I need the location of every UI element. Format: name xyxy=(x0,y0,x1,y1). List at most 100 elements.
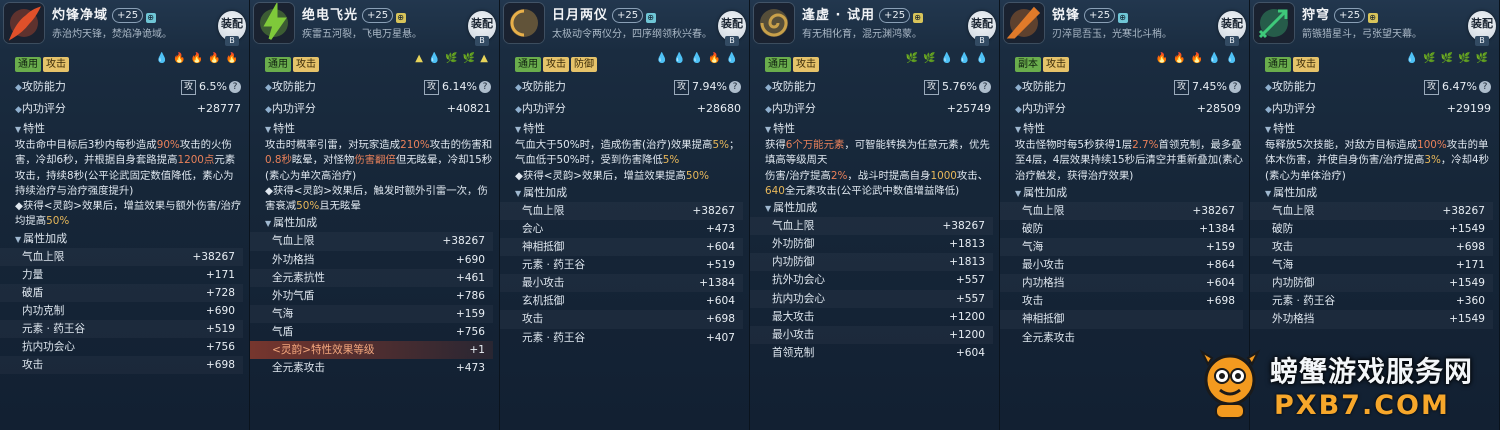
attr-name: 内功防御 xyxy=(1272,277,1315,290)
traits-header[interactable]: ▼ 特性 xyxy=(0,120,249,138)
help-icon[interactable]: ? xyxy=(479,81,491,93)
attack-power-row: ◆攻防能力 攻 5.76%? xyxy=(750,76,999,98)
attr-value: +159 xyxy=(455,307,485,320)
attack-power-label: 攻防能力 xyxy=(1021,80,1066,93)
traits-label: 特性 xyxy=(273,122,296,135)
attr-name: 玄机抵御 xyxy=(522,295,565,308)
element-icon: 🔥 xyxy=(1173,53,1191,64)
card-subtitle: 箭镞猎星斗，弓张望天幕。 xyxy=(1302,29,1422,40)
attr-row: 元素 · 药王谷 +360 xyxy=(1250,292,1493,310)
attr-row: 气血上限 +38267 xyxy=(1250,202,1493,220)
tag-row: 通用 攻击 ▲💧🌿🌿▲ xyxy=(250,52,499,76)
help-icon[interactable]: ? xyxy=(1479,81,1491,93)
attr-value: +756 xyxy=(455,325,485,338)
attr-name: 神相抵御 xyxy=(522,241,565,254)
traits-header[interactable]: ▼ 特性 xyxy=(750,120,999,138)
traits-label: 特性 xyxy=(1023,122,1046,135)
trait-text: ◆获得<灵韵>效果后，增益效果提高 xyxy=(515,169,686,182)
attr-list: 气血上限 +38267 力量 +171 破盾 +728 内功克制 +690 元素 · 药王谷 +5… xyxy=(0,248,243,375)
attr-row: 破防 +1384 xyxy=(1000,220,1243,238)
help-icon[interactable]: ? xyxy=(229,81,241,93)
attack-power-label: 攻防能力 xyxy=(771,80,816,93)
attr-value: +604 xyxy=(705,295,735,308)
help-icon[interactable]: ? xyxy=(979,81,991,93)
attr-value: +698 xyxy=(1455,241,1485,254)
trait-text: 210% xyxy=(400,139,430,151)
attr-row: 内功克制 +690 xyxy=(0,302,243,320)
attack-power-row: ◆攻防能力 攻 7.45%? xyxy=(1000,76,1249,98)
attr-row: 内功格挡 +604 xyxy=(1000,274,1243,292)
card-header: 逢虚 · 试用 +25 ⊕ 有无相化育，混元渊鸿蒙。 装配 B xyxy=(750,0,999,46)
attr-bonus-header[interactable]: ▼ 属性加成 xyxy=(1250,184,1499,202)
element-icon: 🌿 xyxy=(1440,53,1459,64)
attr-row: 气血上限 +38267 xyxy=(500,202,743,220)
attr-name: 内功克制 xyxy=(22,305,65,318)
card-row: 灼锋净域 +25 ⊕ 赤治灼天锋，焚焰净诡域。 装配 B 通用 攻击 💧🔥🔥🔥🔥 ◆攻防能力攻 6.… xyxy=(0,0,1500,430)
gem-icon: ⊕ xyxy=(913,13,924,23)
attr-bonus-header[interactable]: ▼ 属性加成 xyxy=(750,199,999,217)
trait-text: 5% xyxy=(662,154,680,167)
trait-text: 眩晕，对怪物 xyxy=(291,154,355,167)
attr-row: 全元素攻击 xyxy=(1000,329,1243,347)
attr-row: 最大攻击 +1200 xyxy=(750,308,993,326)
tag-row: 副本 攻击 🔥🔥🔥💧💧 xyxy=(1000,52,1249,76)
attr-name: 抗内功会心 xyxy=(22,341,75,354)
trait-text: 2.7% xyxy=(1132,139,1159,151)
element-icons: 💧💧💧🔥💧 xyxy=(656,53,743,64)
equipment-card: 逢虚 · 试用 +25 ⊕ 有无相化育，混元渊鸿蒙。 装配 B 通用 攻击 🌿🌿💧💧💧 ◆攻防能力… xyxy=(750,0,1000,430)
element-icon: 🔥 xyxy=(208,53,226,64)
attr-bonus-label: 属性加成 xyxy=(23,231,68,245)
element-icon: 💧 xyxy=(725,53,743,64)
enhance-level-badge: +25 xyxy=(1334,8,1366,23)
attack-power-number: 5.76% xyxy=(942,80,977,93)
collapse-arrow-icon: ▼ xyxy=(265,125,272,134)
trait-text: 6个万能元素 xyxy=(785,139,845,151)
help-icon[interactable]: ? xyxy=(729,81,741,93)
attr-bonus-header[interactable]: ▼ 属性加成 xyxy=(500,184,749,202)
element-icon: 🌿 xyxy=(905,53,924,64)
card-title: 锐锋 +25 ⊕ xyxy=(1052,4,1129,23)
attr-value: +38267 xyxy=(1192,204,1235,217)
attr-bonus-header[interactable]: ▼ 属性加成 xyxy=(1000,184,1249,202)
traits-header[interactable]: ▼ 特性 xyxy=(250,120,499,138)
traits-label: 特性 xyxy=(1273,122,1296,135)
attr-bonus-header[interactable]: ▼ 属性加成 xyxy=(250,214,499,232)
trait-text: 每释放5次技能，对敌方目标造成 xyxy=(1265,139,1418,151)
diamond-icon: ◆ xyxy=(1265,105,1272,115)
attr-name: 外功防御 xyxy=(772,238,815,251)
attr-row: 力量 +171 xyxy=(0,266,243,284)
traits-header[interactable]: ▼ 特性 xyxy=(1000,120,1249,138)
category-tag: 通用 xyxy=(765,57,791,72)
collapse-arrow-icon: ▼ xyxy=(1015,188,1022,198)
attr-name: 抗外功会心 xyxy=(772,274,825,287)
trait-text: 攻击怪物时每5秒获得1层 xyxy=(1015,139,1133,151)
attr-bonus-header[interactable]: ▼ 属性加成 xyxy=(0,230,249,248)
attr-value: +1813 xyxy=(949,256,985,269)
attr-value: +690 xyxy=(455,253,485,266)
attr-name: 气海 xyxy=(1272,259,1294,272)
equip-key-badge: B xyxy=(225,36,239,46)
attr-row: 全元素攻击 +473 xyxy=(250,359,493,377)
equip-key-badge: B xyxy=(475,36,489,46)
attr-name: 攻击 xyxy=(1272,241,1294,254)
attr-row: 攻击 +698 xyxy=(0,356,243,374)
inner-score-row: ◆内功评分 +28777 xyxy=(0,98,249,120)
attr-row: <灵韵>特性效果等级 +1 xyxy=(250,341,493,360)
trait-text: 伤害/治疗提高 xyxy=(765,169,831,182)
inner-score-row: ◆内功评分 +25749 xyxy=(750,98,999,120)
trait-text: 1000 xyxy=(930,169,957,182)
gem-icon: ⊕ xyxy=(146,13,157,23)
help-icon[interactable]: ? xyxy=(1229,81,1241,93)
traits-header[interactable]: ▼ 特性 xyxy=(500,120,749,138)
inner-score-value: +29199 xyxy=(1446,102,1491,115)
attr-row: 全元素抗性 +461 xyxy=(250,269,493,287)
card-header: 灼锋净域 +25 ⊕ 赤治灼天锋，焚焰净诡域。 装配 B xyxy=(0,0,249,46)
traits-header[interactable]: ▼ 特性 xyxy=(1250,120,1499,138)
card-title: 狩穹 +25 ⊕ xyxy=(1302,4,1379,23)
attr-value: +1384 xyxy=(699,277,735,290)
diamond-icon: ◆ xyxy=(1015,105,1022,115)
card-subtitle: 赤治灼天锋，焚焰净诡域。 xyxy=(52,29,172,40)
element-icon: ▲ xyxy=(415,53,428,64)
element-icon: 💧 xyxy=(1225,53,1243,64)
attr-row: 气盾 +756 xyxy=(250,323,493,341)
